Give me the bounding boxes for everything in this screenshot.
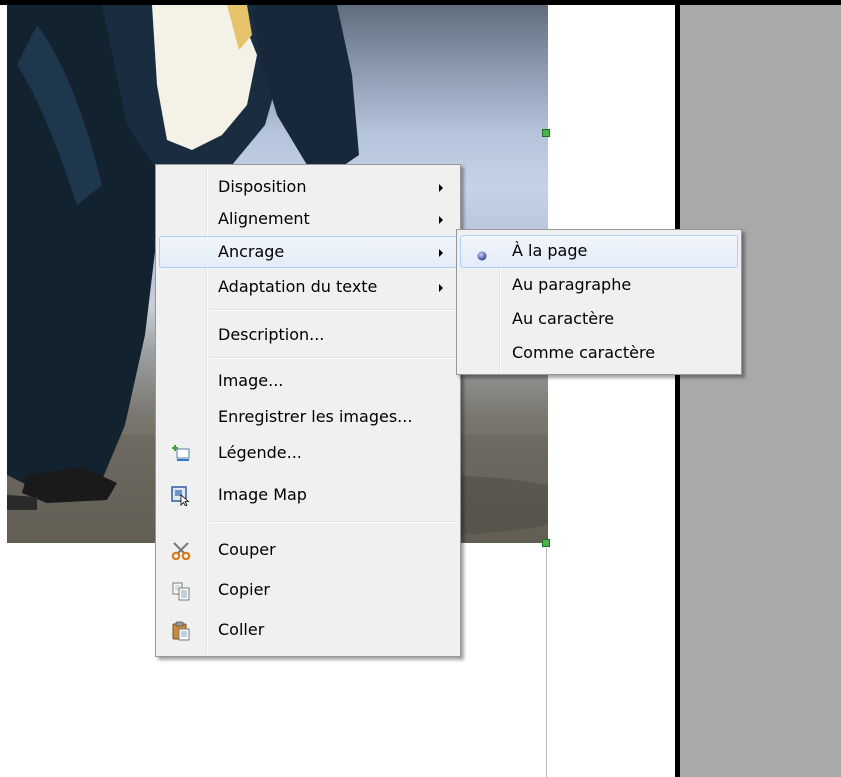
menu-item-label: Image... — [218, 371, 284, 390]
menu-item-label: Légende... — [218, 443, 302, 462]
menu-item-image-map[interactable]: Image Map — [159, 479, 457, 511]
menu-item-description[interactable]: Description... — [159, 319, 457, 351]
menu-item-label: Enregistrer les images... — [218, 407, 413, 426]
menu-item-enregistrer-images[interactable]: Enregistrer les images... — [159, 401, 457, 433]
menu-item-label: Au caractère — [512, 309, 615, 328]
menu-item-disposition[interactable]: Disposition — [159, 171, 457, 203]
submenu-arrow-icon — [439, 184, 443, 192]
menu-item-copier[interactable]: Copier — [159, 574, 457, 606]
paste-icon — [171, 620, 191, 641]
menu-item-legende[interactable]: Légende... — [159, 437, 457, 469]
radio-selected-icon — [474, 243, 494, 263]
menu-item-label: Adaptation du texte — [218, 277, 378, 296]
menu-item-label: Coller — [218, 620, 265, 639]
menu-item-image[interactable]: Image... — [159, 365, 457, 397]
frame-guide-line — [546, 548, 547, 777]
submenu-arrow-icon — [439, 249, 443, 257]
menu-item-label: Alignement — [218, 209, 310, 228]
resize-handle-top-right[interactable] — [542, 129, 550, 137]
menu-item-label: Copier — [218, 580, 270, 599]
submenu-item-au-paragraphe[interactable]: Au paragraphe — [460, 269, 738, 301]
menu-item-label: Ancrage — [218, 242, 285, 261]
submenu-item-au-caractere[interactable]: Au caractère — [460, 303, 738, 335]
menu-item-adaptation-texte[interactable]: Adaptation du texte — [159, 271, 457, 303]
submenu-item-comme-caractere[interactable]: Comme caractère — [460, 337, 738, 369]
menu-item-alignement[interactable]: Alignement — [159, 203, 457, 235]
menu-item-label: Description... — [218, 325, 325, 344]
menu-separator — [211, 309, 456, 311]
workspace-background — [680, 5, 841, 777]
submenu-item-a-la-page[interactable]: À la page — [460, 235, 738, 268]
menu-item-label: Image Map — [218, 485, 307, 504]
menu-item-couper[interactable]: Couper — [159, 534, 457, 566]
menu-item-label: Couper — [218, 540, 276, 559]
menu-item-label: À la page — [512, 241, 588, 260]
submenu-arrow-icon — [439, 284, 443, 292]
menu-separator — [211, 357, 456, 359]
copy-icon — [171, 580, 191, 601]
context-menu: Disposition Alignement Ancrage Adaptatio… — [155, 164, 461, 657]
image-map-icon — [171, 485, 191, 507]
menu-separator — [211, 521, 456, 523]
scissors-icon — [171, 540, 191, 561]
caption-icon — [171, 443, 191, 463]
menu-item-label: Comme caractère — [512, 343, 656, 362]
anchor-submenu: À la page Au paragraphe Au caractère Com… — [456, 229, 742, 375]
menu-item-coller[interactable]: Coller — [159, 614, 457, 646]
menu-item-label: Disposition — [218, 177, 307, 196]
menu-item-label: Au paragraphe — [512, 275, 632, 294]
menu-item-ancrage[interactable]: Ancrage — [159, 236, 457, 268]
resize-handle-bottom-right[interactable] — [542, 539, 550, 547]
submenu-arrow-icon — [439, 216, 443, 224]
